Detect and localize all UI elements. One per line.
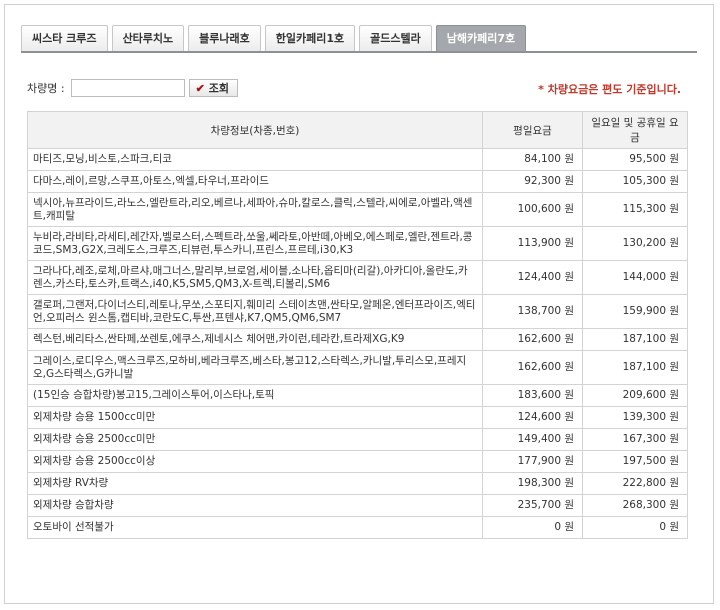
tab-ship-2[interactable]: 블루나래호 <box>188 25 261 51</box>
table-row: 오토바이 선적불가 0 원0 원 <box>27 516 688 539</box>
table-row: 외제차량 승용 2500cc이상 177,900 원 197,500 원 <box>27 450 688 473</box>
holiday-fare-cell: 139,300 원 <box>582 406 688 429</box>
vehicle-cell: 갤로퍼,그랜저,다이너스티,레토나,무쏘,스포티지,훼미리 스테이츠맨,싼타모,… <box>27 294 483 329</box>
vehicle-cell: 외제차량 승합차량 <box>27 494 483 517</box>
weekday-fare-cell: 162,600 원 <box>482 328 583 351</box>
weekday-fare-cell: 100,600 원 <box>482 192 583 227</box>
table-row: 그라나다,레조,로체,마르샤,매그너스,말리부,브로엄,세이블,소나타,옵티마(… <box>27 260 688 295</box>
holiday-fare-cell: 105,300 원 <box>582 170 688 193</box>
holiday-fare-cell: 268,300 원 <box>582 494 688 517</box>
table-row: 갤로퍼,그랜저,다이너스티,레토나,무쏘,스포티지,훼미리 스테이츠맨,싼타모,… <box>27 294 688 329</box>
holiday-fare-cell: 222,800 원 <box>582 472 688 495</box>
holiday-fare-cell: 159,900 원 <box>582 294 688 329</box>
weekday-fare-cell: 198,300 원 <box>482 472 583 495</box>
tab-ship-0[interactable]: 씨스타 크루즈 <box>21 25 108 51</box>
weekday-fare-cell: 177,900 원 <box>482 450 583 473</box>
vehicle-cell: 외제차량 승용 1500cc미만 <box>27 406 483 429</box>
holiday-fare-cell: 197,500 원 <box>582 450 688 473</box>
content-frame: 씨스타 크루즈 산타루치노 블루나래호 한일카페리1호 골드스텔라 남해카페리7호 차량명… <box>4 4 714 604</box>
table-row: 누비라,라비타,라세티,레간자,벨로스터,스펙트라,쏘울,쎄라토,아반떼,아베오… <box>27 226 688 261</box>
tab-ship-5[interactable]: 남해카페리7호 <box>435 25 527 51</box>
vehicle-cell: 외제차량 승용 2500cc이상 <box>27 450 483 473</box>
vehicle-cell: 렉스턴,베리타스,싼타페,쏘렌토,에쿠스,제네시스 체어맨,카이런,테라칸,트라… <box>27 328 483 351</box>
holiday-fare-cell: 144,000 원 <box>582 260 688 295</box>
weekday-fare-cell: 124,400 원 <box>482 260 583 295</box>
table-row: 외제차량 승용 2500cc미만 149,400 원 167,300 원 <box>27 428 688 451</box>
weekday-fare-cell: 183,600 원 <box>482 384 583 407</box>
search-button-label: 조회 <box>208 83 230 95</box>
tab-ship-3[interactable]: 한일카페리1호 <box>264 25 356 51</box>
weekday-fare-cell: 124,600 원 <box>482 406 583 429</box>
holiday-fare-cell: 187,100 원 <box>582 328 688 351</box>
vehicle-cell: 외제차량 승용 2500cc미만 <box>27 428 483 451</box>
table-row: (15인승 승합차량)봉고15,그레이스투어,이스타나,토픽 183,600 원2… <box>27 384 688 407</box>
vehicle-fare-table: 차량정보(차종,번호) 평일요금 일요일 및 공휴일 요금 마티즈,모닝,비스토… <box>27 111 688 539</box>
vehicle-cell: 누비라,라비타,라세티,레간자,벨로스터,스펙트라,쏘울,쎄라토,아반떼,아베오… <box>27 226 483 261</box>
weekday-fare-cell: 138,700 원 <box>482 294 583 329</box>
table-row: 외제차량 승합차량 235,700 원 268,300 원 <box>27 494 688 517</box>
vehicle-name-input[interactable] <box>70 79 185 97</box>
holiday-fare-cell: 209,600 원 <box>582 384 688 407</box>
vehicle-cell: (15인승 승합차량)봉고15,그레이스투어,이스타나,토픽 <box>27 384 483 407</box>
tab-ship-1[interactable]: 산타루치노 <box>111 25 185 51</box>
vehicle-cell: 다마스,레이,르망,스쿠프,아토스,엑셀,타우너,프라이드 <box>27 170 483 193</box>
table-row: 외제차량 RV차량 198,300 원 222,800 원 <box>27 472 688 495</box>
holiday-fare-cell: 95,500 원 <box>582 148 688 171</box>
weekday-fare-cell: 162,600 원 <box>482 350 583 385</box>
table-header-row: 차량정보(차종,번호) 평일요금 일요일 및 공휴일 요금 <box>27 111 688 149</box>
vehicle-cell: 넥시아,뉴프라이드,라노스,엘란트라,리오,베르나,세파아,슈마,칼로스,클릭,… <box>27 192 483 227</box>
vehicle-cell: 외제차량 RV차량 <box>27 472 483 495</box>
table-row: 그레이스,로디우스,맥스크루즈,모하비,베라크루즈,베스타,봉고12,스타렉스,… <box>27 350 688 385</box>
tab-divider <box>21 51 697 53</box>
header-vehicle-info: 차량정보(차종,번호) <box>27 111 483 149</box>
table-row: 넥시아,뉴프라이드,라노스,엘란트라,리오,베르나,세파아,슈마,칼로스,클릭,… <box>27 192 688 227</box>
ship-tab-bar: 씨스타 크루즈 산타루치노 블루나래호 한일카페리1호 골드스텔라 남해카페리7호 <box>21 25 527 51</box>
holiday-fare-cell: 115,300 원 <box>582 192 688 227</box>
weekday-fare-cell: 84,100 원 <box>482 148 583 171</box>
tab-ship-4[interactable]: 골드스텔라 <box>359 25 432 51</box>
vehicle-name-label: 차량명 : <box>27 82 65 95</box>
vehicle-search: 차량명 : ✔ 조회 <box>27 79 239 97</box>
weekday-fare-cell: 113,900 원 <box>482 226 583 261</box>
weekday-fare-cell: 149,400 원 <box>482 428 583 451</box>
header-weekday-fare: 평일요금 <box>482 111 583 149</box>
search-button[interactable]: ✔ 조회 <box>188 79 239 97</box>
holiday-fare-cell: 187,100 원 <box>582 350 688 385</box>
weekday-fare-cell: 235,700 원 <box>482 494 583 517</box>
table-row: 렉스턴,베리타스,싼타페,쏘렌토,에쿠스,제네시스 체어맨,카이런,테라칸,트라… <box>27 328 688 351</box>
vehicle-cell: 마티즈,모닝,비스토,스파크,티코 <box>27 148 483 171</box>
vehicle-cell: 그라나다,레조,로체,마르샤,매그너스,말리부,브로엄,세이블,소나타,옵티마(… <box>27 260 483 295</box>
holiday-fare-cell: 130,200 원 <box>582 226 688 261</box>
table-row: 다마스,레이,르망,스쿠프,아토스,엑셀,타우너,프라이드 92,300 원 105… <box>27 170 688 193</box>
fare-notice: * 차량요금은 편도 기준입니다. <box>538 83 681 96</box>
table-row: 마티즈,모닝,비스토,스파크,티코 84,100 원 95,500 원 <box>27 148 688 171</box>
vehicle-cell: 그레이스,로디우스,맥스크루즈,모하비,베라크루즈,베스타,봉고12,스타렉스,… <box>27 350 483 385</box>
vehicle-cell: 오토바이 선적불가 <box>27 516 483 539</box>
header-holiday-fare: 일요일 및 공휴일 요금 <box>582 111 688 149</box>
weekday-fare-cell: 92,300 원 <box>482 170 583 193</box>
holiday-fare-cell: 0 원 <box>582 516 688 539</box>
table-row: 외제차량 승용 1500cc미만 124,600 원 139,300 원 <box>27 406 688 429</box>
weekday-fare-cell: 0 원 <box>482 516 583 539</box>
holiday-fare-cell: 167,300 원 <box>582 428 688 451</box>
check-icon: ✔ <box>195 82 205 95</box>
